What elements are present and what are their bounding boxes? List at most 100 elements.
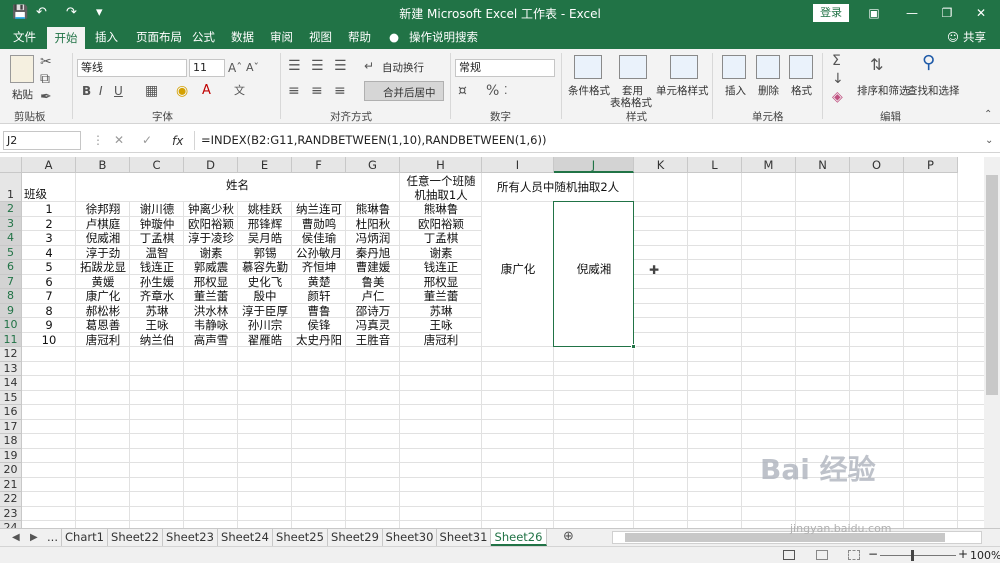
sheet-tab-sheet30[interactable]: Sheet30	[383, 529, 437, 546]
cell-d2[interactable]: 钟离少秋	[184, 202, 238, 217]
cell-d10[interactable]: 韦静咏	[184, 318, 238, 333]
tab-help[interactable]: 帮助	[348, 30, 371, 45]
cell-a11[interactable]: 10	[22, 333, 76, 348]
page-break-view-icon[interactable]	[848, 550, 860, 560]
cell-e5[interactable]: 郭锡	[238, 246, 292, 261]
column-header-L[interactable]: L	[688, 157, 742, 173]
cell-b1-name-header[interactable]: 姓名	[76, 178, 399, 192]
tell-me-search[interactable]: 操作说明搜索	[409, 30, 478, 45]
sheet-tab-sheet31[interactable]: Sheet31	[437, 529, 491, 546]
sheet-tab-sheet25[interactable]: Sheet25	[273, 529, 328, 546]
cell-style-icon[interactable]	[670, 55, 698, 79]
cell-f10[interactable]: 侯锋	[292, 318, 346, 333]
cancel-icon[interactable]: ✕	[114, 132, 124, 148]
sort-filter-icon[interactable]: ⇅	[870, 57, 883, 73]
tab-page-layout[interactable]: 页面布局	[136, 30, 182, 45]
tab-view[interactable]: 视图	[309, 30, 332, 45]
row-header-16[interactable]: 16	[0, 405, 22, 420]
cell-c6[interactable]: 钱连正	[130, 260, 184, 275]
cell-b8[interactable]: 康广化	[76, 289, 130, 304]
row-header-6[interactable]: 6	[0, 260, 22, 275]
column-header-F[interactable]: F	[292, 157, 346, 173]
cell-h5[interactable]: 谢素	[400, 246, 482, 261]
row-header-4[interactable]: 4	[0, 231, 22, 246]
cell-d8[interactable]: 董兰蕾	[184, 289, 238, 304]
row-header-1[interactable]: 1	[0, 173, 22, 202]
delete-cells-button[interactable]: 删除	[758, 83, 779, 98]
cell-b6[interactable]: 拓跋龙显	[76, 260, 130, 275]
column-header-G[interactable]: G	[346, 157, 400, 173]
row-header-11[interactable]: 11	[0, 332, 22, 347]
table-format-label-2[interactable]: 表格格式	[610, 95, 652, 110]
font-color-icon[interactable]: A	[202, 83, 211, 99]
cell-c7[interactable]: 孙生媛	[130, 275, 184, 290]
cell-f3[interactable]: 曹勋鸣	[292, 217, 346, 232]
cell-b10[interactable]: 葛恩善	[76, 318, 130, 333]
name-box[interactable]: J2	[3, 131, 81, 150]
sheet-tab-sheet22[interactable]: Sheet22	[108, 529, 163, 546]
column-header-H[interactable]: H	[400, 157, 482, 173]
cell-f6[interactable]: 齐恒坤	[292, 260, 346, 275]
cell-h4[interactable]: 丁孟棋	[400, 231, 482, 246]
sheet-tab-sheet26[interactable]: Sheet26	[491, 529, 547, 546]
cell-b11[interactable]: 唐冠利	[76, 333, 130, 348]
row-header-21[interactable]: 21	[0, 477, 22, 492]
insert-function-icon[interactable]: fx	[172, 133, 183, 149]
find-select-button[interactable]: 查找和选择	[907, 83, 960, 98]
paste-button[interactable]: 粘贴	[12, 87, 33, 102]
cell-a8[interactable]: 7	[22, 289, 76, 304]
cell-a6[interactable]: 5	[22, 260, 76, 275]
cell-d9[interactable]: 洪水林	[184, 304, 238, 319]
zoom-slider-thumb[interactable]	[911, 550, 914, 561]
fill-color-icon[interactable]: ◉	[176, 83, 188, 99]
cell-h11[interactable]: 唐冠利	[400, 333, 482, 348]
cell-e9[interactable]: 淳于臣厚	[238, 304, 292, 319]
sheet-tab-sheet23[interactable]: Sheet23	[163, 529, 218, 546]
row-header-5[interactable]: 5	[0, 245, 22, 260]
tab-review[interactable]: 审阅	[270, 30, 293, 45]
column-header-O[interactable]: O	[850, 157, 904, 173]
copy-icon[interactable]: ⧉	[40, 71, 50, 87]
row-header-20[interactable]: 20	[0, 463, 22, 478]
cell-d11[interactable]: 高声雪	[184, 333, 238, 348]
cell-g11[interactable]: 王胜音	[346, 333, 400, 348]
cell-h8[interactable]: 董兰蕾	[400, 289, 482, 304]
column-header-P[interactable]: P	[904, 157, 958, 173]
cell-c11[interactable]: 纳兰伯	[130, 333, 184, 348]
cell-f9[interactable]: 曹鲁	[292, 304, 346, 319]
delete-cells-icon[interactable]	[756, 55, 780, 79]
table-format-icon[interactable]	[619, 55, 647, 79]
prev-sheet-icon[interactable]: ◀	[12, 530, 20, 546]
zoom-out-button[interactable]: −	[868, 547, 878, 561]
font-name-select[interactable]: 等线	[77, 59, 187, 77]
cell-a4[interactable]: 3	[22, 231, 76, 246]
cell-f2[interactable]: 纳兰连可	[292, 202, 346, 217]
close-icon[interactable]: ✕	[962, 0, 1000, 26]
cell-g10[interactable]: 冯真灵	[346, 318, 400, 333]
select-all-corner[interactable]	[0, 157, 22, 173]
column-header-E[interactable]: E	[238, 157, 292, 173]
cell-a2[interactable]: 1	[22, 202, 76, 217]
cell-a5[interactable]: 4	[22, 246, 76, 261]
tab-insert[interactable]: 插入	[95, 30, 118, 45]
cell-h2[interactable]: 熊琳鲁	[400, 202, 482, 217]
fill-icon[interactable]: ↓	[832, 71, 844, 87]
row-header-7[interactable]: 7	[0, 274, 22, 289]
bold-icon[interactable]: B	[82, 83, 91, 99]
cell-g4[interactable]: 冯炳润	[346, 231, 400, 246]
align-left-icon[interactable]: ≡	[288, 83, 300, 99]
tab-file[interactable]: 文件	[13, 30, 36, 45]
zoom-slider[interactable]	[880, 555, 956, 556]
cell-c8[interactable]: 齐章水	[130, 289, 184, 304]
column-header-A[interactable]: A	[22, 157, 76, 173]
cell-b5[interactable]: 淳于劲	[76, 246, 130, 261]
row-header-19[interactable]: 19	[0, 448, 22, 463]
row-header-18[interactable]: 18	[0, 434, 22, 449]
expand-formula-icon[interactable]: ⌄	[985, 133, 993, 149]
cell-h6[interactable]: 钱连正	[400, 260, 482, 275]
row-header-15[interactable]: 15	[0, 390, 22, 405]
cell-b4[interactable]: 倪威湘	[76, 231, 130, 246]
shrink-font-icon[interactable]: Aˇ	[246, 60, 259, 76]
comma-style-icon[interactable]: ⁚	[504, 83, 508, 99]
underline-icon[interactable]: U	[114, 83, 123, 99]
